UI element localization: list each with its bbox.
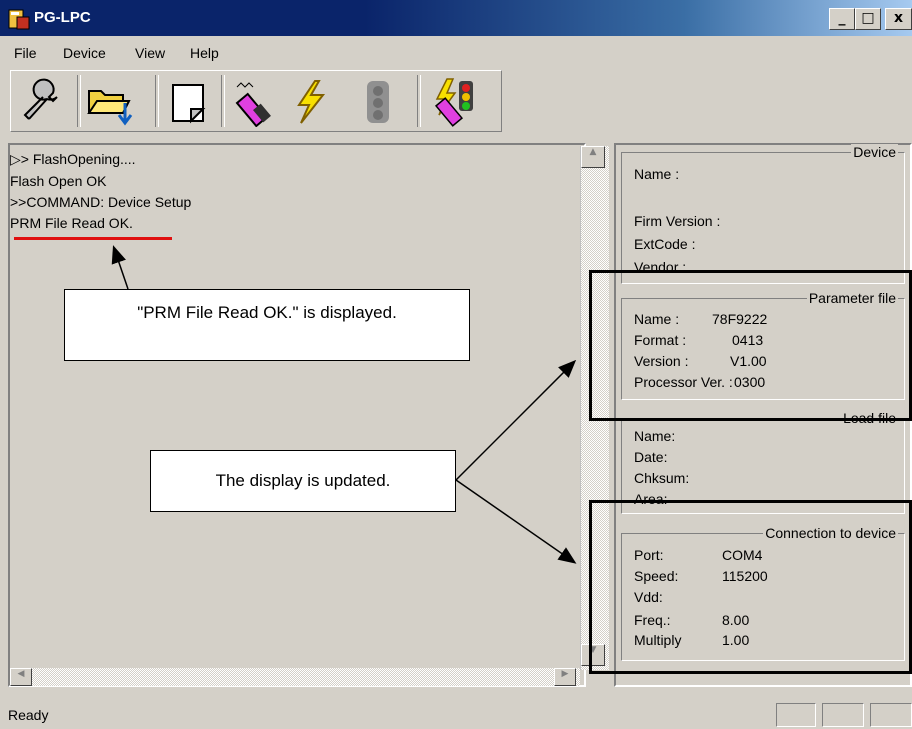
callout-display-updated: The display is updated. [150,450,456,512]
arrow-to-parameter [455,359,577,481]
callout-prm-read: "PRM File Read OK." is displayed. [64,289,470,361]
arrow-to-connection [455,479,577,564]
annotation-arrows [111,245,577,564]
arrow-to-log [111,245,129,290]
